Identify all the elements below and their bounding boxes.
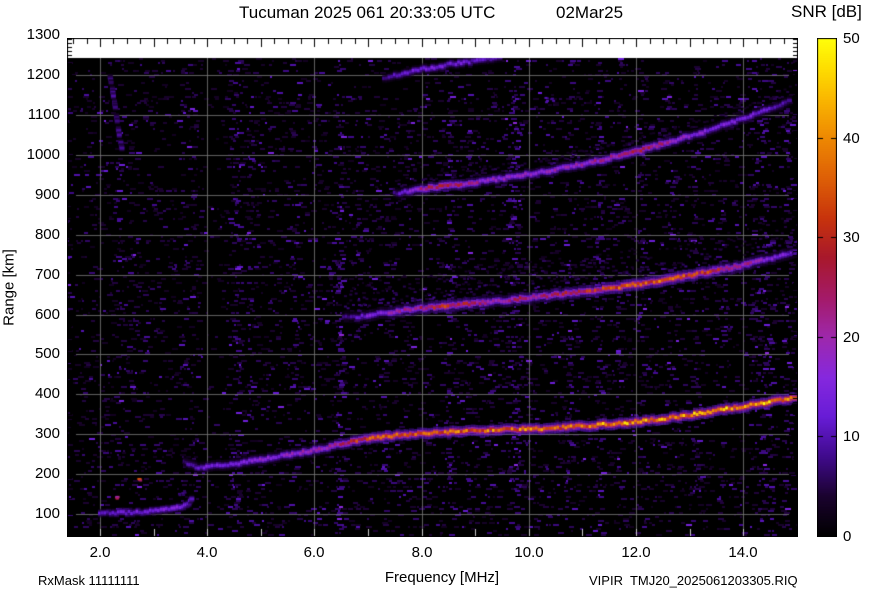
- x-tick-label: 10.0: [507, 544, 551, 561]
- y-tick-label: 600: [6, 306, 60, 323]
- plot-date: 02Mar25: [556, 3, 623, 23]
- y-tick-label: 800: [6, 226, 60, 243]
- ionogram-panel: Tucuman 2025 061 20:33:05 UTC 02Mar25 SN…: [0, 0, 884, 595]
- x-tick-label: 6.0: [292, 544, 336, 561]
- colorbar-tick-label: 40: [843, 130, 860, 147]
- colorbar-tick-label: 50: [843, 30, 860, 47]
- x-tick-label: 12.0: [614, 544, 658, 561]
- colorbar-tick-label: 30: [843, 229, 860, 246]
- x-axis-label: Frequency [MHz]: [342, 569, 542, 586]
- y-tick-label: 500: [6, 345, 60, 362]
- y-tick-label: 200: [6, 465, 60, 482]
- y-tick-label: 100: [6, 505, 60, 522]
- x-tick-label: 4.0: [185, 544, 229, 561]
- filename-text: VIPIR TMJ20_2025061203305.RIQ: [589, 573, 798, 588]
- y-tick-label: 1300: [6, 26, 60, 43]
- colorbar-title: SNR [dB]: [791, 2, 862, 22]
- x-tick-label: 2.0: [78, 544, 122, 561]
- y-tick-label: 1100: [6, 106, 60, 123]
- ionogram-heatmap-canvas: [67, 38, 798, 537]
- plot-title: Tucuman 2025 061 20:33:05 UTC: [239, 3, 495, 23]
- y-tick-label: 300: [6, 425, 60, 442]
- y-tick-label: 1200: [6, 66, 60, 83]
- x-tick-label: 8.0: [400, 544, 444, 561]
- y-tick-label: 700: [6, 266, 60, 283]
- rxmask-text: RxMask 11111111: [38, 573, 140, 588]
- y-tick-label: 900: [6, 186, 60, 203]
- colorbar-tick-label: 0: [843, 528, 851, 545]
- colorbar-canvas: [817, 38, 837, 537]
- y-tick-label: 400: [6, 385, 60, 402]
- y-tick-label: 1000: [6, 146, 60, 163]
- x-tick-label: 14.0: [721, 544, 765, 561]
- colorbar-tick-label: 20: [843, 329, 860, 346]
- colorbar-tick-label: 10: [843, 428, 860, 445]
